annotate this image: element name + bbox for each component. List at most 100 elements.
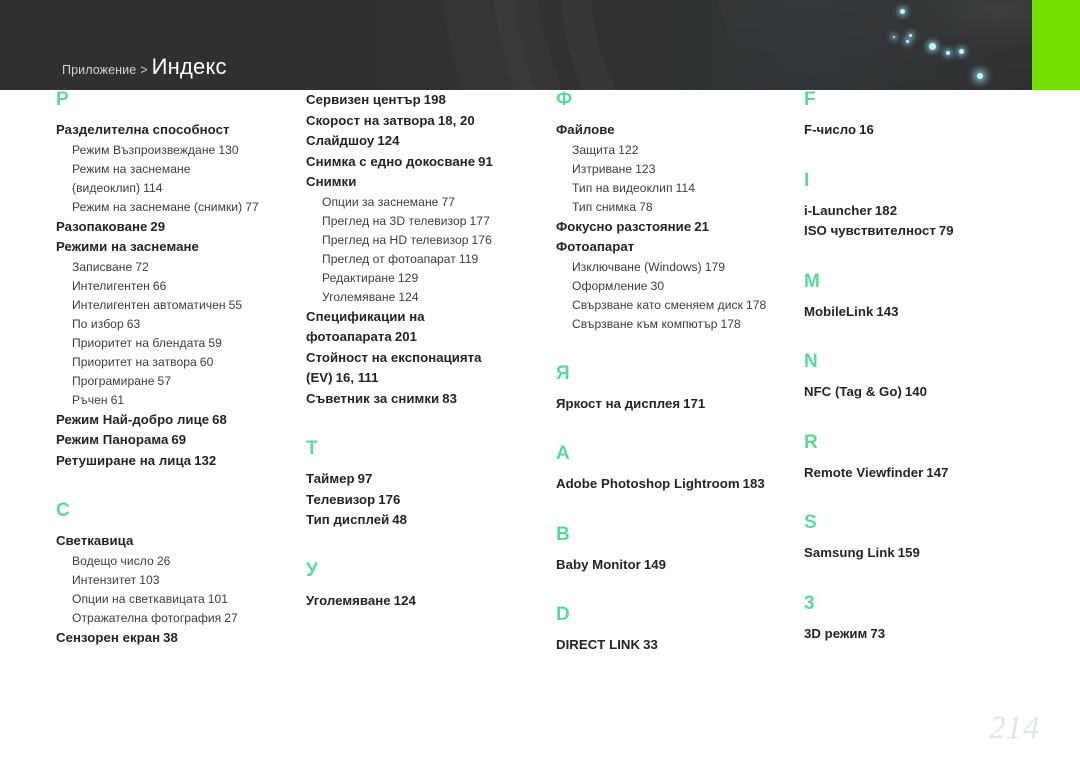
index-entry[interactable]: Baby Monitor 149 (556, 555, 796, 576)
index-subentry[interactable]: Програмиране 57 (56, 372, 294, 391)
index-subentry[interactable]: Ръчен 61 (56, 391, 294, 410)
index-subentry[interactable]: Записване 72 (56, 258, 294, 277)
index-entry-page: 143 (876, 303, 899, 319)
index-subentry[interactable]: Уголемяване 124 (306, 288, 546, 307)
index-entry[interactable]: Яркост на дисплея 171 (556, 394, 796, 415)
index-entry[interactable]: Стойност на експонацията (306, 348, 546, 369)
index-entry[interactable]: Adobe Photoshop Lightroom 183 (556, 474, 796, 495)
index-entry[interactable]: Слайдшоу 124 (306, 131, 546, 152)
index-subentry[interactable]: Редактиране 129 (306, 269, 546, 288)
index-subentry[interactable]: Интелигентен автоматичен 55 (56, 296, 294, 315)
index-entry[interactable]: Уголемяване 124 (306, 591, 546, 612)
index-entry-label: 3D режим (804, 625, 868, 641)
index-letter-block: 3 3D режим 73 (804, 594, 1044, 645)
index-entry-page: 201 (394, 329, 417, 344)
index-entry[interactable]: Ретуширане на лица 132 (56, 451, 294, 472)
index-entry-label: Тип снимка (572, 199, 637, 214)
index-subentry[interactable]: Преглед от фотоапарат 119 (306, 250, 546, 269)
index-subentry[interactable]: Преглед на 3D телевизор 177 (306, 212, 546, 231)
index-subentry[interactable]: Опции на светкавицата 101 (56, 590, 294, 609)
index-entry[interactable]: Файлове (556, 120, 796, 141)
index-subentry[interactable]: Изтриване 123 (556, 160, 796, 179)
index-entry[interactable]: Режими на заснемане (56, 237, 294, 258)
index-entry[interactable]: Снимки (306, 172, 546, 193)
index-entry-label: Оформление (572, 278, 648, 293)
index-column-2: Сервизен център 198 Скорост на затвора 18, … (306, 90, 546, 611)
index-entry-label: Програмиране (72, 373, 155, 388)
index-entry[interactable]: i-Launcher 182 (804, 201, 1044, 222)
index-entry-page: 178 (745, 297, 767, 312)
index-subentry[interactable]: Опции за заснемане 77 (306, 193, 546, 212)
index-entry[interactable]: 3D режим 73 (804, 624, 1044, 645)
index-entry[interactable]: Сервизен център 198 (306, 90, 546, 111)
index-subentry[interactable]: Водещо число 26 (56, 552, 294, 571)
index-entry[interactable]: ISO чувствителност 79 (804, 221, 1044, 242)
index-letter-block: С Светкавица Водещо число 26 Интензитет 103 Оп… (56, 501, 294, 648)
index-entry[interactable]: Samsung Link 159 (804, 543, 1044, 564)
index-subentry[interactable]: Защита 122 (556, 141, 796, 160)
index-entry-label: Режим Най-добро лице (56, 411, 210, 427)
index-entry[interactable]: NFC (Tag & Go) 140 (804, 382, 1044, 403)
index-entry-page: 18, 20 (437, 112, 475, 128)
index-letter-block: A Adobe Photoshop Lightroom 183 (556, 444, 796, 495)
index-letter-block: R Remote Viewfinder 147 (804, 433, 1044, 484)
index-entry-label: Режим на заснемане (72, 161, 191, 176)
index-entry-label: Режим Възпроизвеждане (72, 142, 216, 157)
index-entry[interactable]: Фотоапарат (556, 237, 796, 258)
index-entry[interactable]: Режим Панорама 69 (56, 430, 294, 451)
index-entry[interactable]: Разделителна способност (56, 120, 294, 141)
index-entry[interactable]: фотоапарата 201 (306, 327, 546, 348)
index-entry[interactable]: Съветник за снимки 83 (306, 389, 546, 410)
index-subentry[interactable]: По избор 63 (56, 315, 294, 334)
index-subentry[interactable]: Режим Възпроизвеждане 130 (56, 141, 294, 160)
index-entry-page: 78 (639, 199, 653, 214)
index-entry-label: Таймер (306, 471, 355, 486)
index-entry[interactable]: Скорост на затвора 18, 20 (306, 111, 546, 132)
index-entry-page: 16 (859, 122, 874, 137)
index-entry[interactable]: Remote Viewfinder 147 (804, 463, 1044, 484)
index-subentry[interactable]: Отражателна фотография 27 (56, 609, 294, 628)
index-subentry[interactable]: Тип на видеоклип 114 (556, 179, 796, 198)
index-entry[interactable]: Светкавица (56, 531, 294, 552)
index-entry[interactable]: Разопаковане 29 (56, 217, 294, 238)
index-entry[interactable]: Таймер 97 (306, 469, 546, 490)
index-entry[interactable]: Режим Най-добро лице 68 (56, 410, 294, 431)
index-entry-page: 77 (441, 194, 456, 209)
index-letter-heading: Ф (556, 89, 573, 110)
index-subentry[interactable]: (видеоклип) 114 (56, 179, 294, 198)
index-subentry[interactable]: Приоритет на затвора 60 (56, 353, 294, 372)
index-entry[interactable]: Телевизор 176 (306, 490, 546, 511)
index-entry-page: 140 (904, 384, 928, 399)
index-subentry[interactable]: Оформление 30 (556, 277, 796, 296)
index-entry[interactable]: F-число 16 (804, 120, 1044, 141)
index-entry-page: 178 (720, 316, 741, 331)
index-subentry[interactable]: Интелигентен 66 (56, 277, 294, 296)
index-entry[interactable]: Фокусно разстояние 21 (556, 217, 796, 238)
index-entry[interactable]: (EV) 16, 111 (306, 368, 546, 389)
index-entry[interactable]: Снимка с едно докосване 91 (306, 152, 546, 173)
index-entry[interactable]: Сензорен екран 38 (56, 628, 294, 649)
index-entry-page: 129 (397, 270, 419, 285)
index-letter-heading: R (804, 431, 818, 453)
index-subentry[interactable]: Режим на заснемане (56, 160, 294, 179)
index-subentry[interactable]: Свързване като сменяем диск 178 (556, 296, 796, 315)
index-subentry[interactable]: Приоритет на блендата 59 (56, 334, 294, 353)
index-entry[interactable]: MobileLink 143 (804, 302, 1044, 323)
index-entry-label: Разопаковане (56, 218, 148, 234)
index-entry-label: Тип дисплей (306, 512, 390, 527)
index-entry[interactable]: Тип дисплей 48 (306, 510, 546, 531)
index-entry[interactable]: DIRECT LINK 33 (556, 635, 796, 656)
index-subentry[interactable]: Изключване (Windows) 179 (556, 258, 796, 277)
index-subentry[interactable]: Интензитет 103 (56, 571, 294, 590)
index-subentry[interactable]: Тип снимка 78 (556, 198, 796, 217)
index-subentry[interactable]: Свързване към компютър 178 (556, 315, 796, 334)
index-subentry[interactable]: Режим на заснемане (снимки) 77 (56, 198, 294, 217)
index-subentry[interactable]: Преглед на HD телевизор 176 (306, 231, 546, 250)
index-entry[interactable]: Спецификации на (306, 307, 546, 328)
index-entry-page: 179 (704, 259, 726, 274)
index-entry-label: Сервизен център (306, 92, 421, 107)
index-entry-label: Защита (572, 142, 616, 157)
